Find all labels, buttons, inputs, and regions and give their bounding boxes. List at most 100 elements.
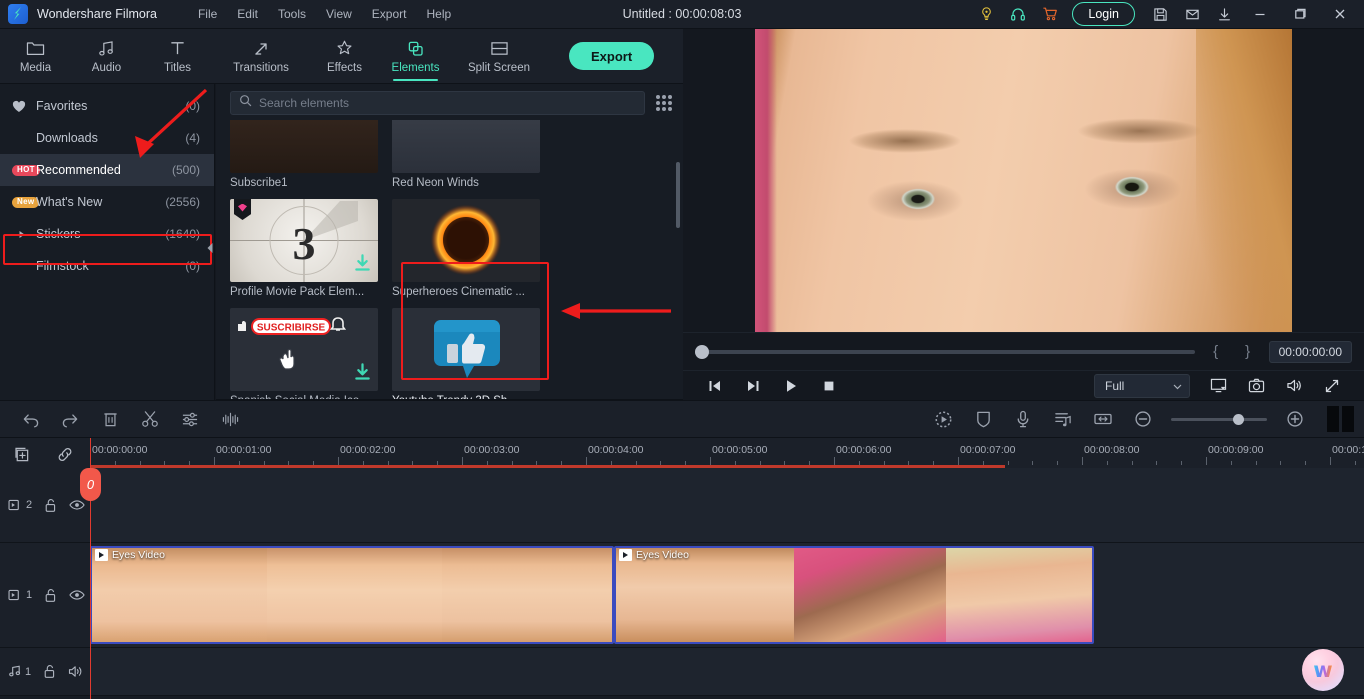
menu-tools[interactable]: Tools <box>269 3 315 25</box>
sidebar-item-stickers[interactable]: Stickers (1640) <box>0 218 214 250</box>
tab-split-screen[interactable]: Split Screen <box>451 29 547 84</box>
element-card[interactable]: Red Neon Winds <box>392 120 540 193</box>
element-thumbnail <box>230 120 378 173</box>
audio-mixer-button[interactable] <box>1043 404 1083 434</box>
play-button[interactable] <box>773 373 809 399</box>
download-icon[interactable] <box>1208 0 1240 29</box>
player-scrub-handle[interactable] <box>695 344 709 359</box>
track-body-audio-1[interactable] <box>90 648 1364 695</box>
player-timecode[interactable]: 00:00:00:00 <box>1268 340 1352 363</box>
audio-detach-button[interactable] <box>210 404 250 434</box>
track-body-video-2[interactable] <box>90 468 1364 542</box>
next-frame-button[interactable] <box>735 373 771 399</box>
minimize-icon[interactable] <box>1240 0 1280 29</box>
stop-button[interactable] <box>811 373 847 399</box>
sidebar-item-recommended[interactable]: HOT Recommended (500) <box>0 154 214 186</box>
collapse-left-icon[interactable] <box>205 234 215 262</box>
sidebar-item-favorites[interactable]: Favorites (0) <box>0 90 214 122</box>
menu-help[interactable]: Help <box>417 3 460 25</box>
timeline-ruler[interactable]: 00:00:00:00 00:00:01:00 00:00:02:00 00:00:0… <box>90 438 1364 468</box>
zoom-out-button[interactable] <box>1123 404 1163 434</box>
element-card[interactable]: 3 Profile Movie Pack Elem... <box>230 199 378 302</box>
add-track-icon[interactable] <box>8 444 34 464</box>
settings-button[interactable] <box>170 404 210 434</box>
tab-elements[interactable]: Elements <box>380 29 451 84</box>
menu-bar: File Edit Tools View Export Help <box>189 3 460 25</box>
timeline-clip[interactable]: Eyes Video <box>90 546 614 644</box>
delete-button[interactable] <box>90 404 130 434</box>
prev-frame-button[interactable] <box>697 373 733 399</box>
maximize-icon[interactable] <box>1280 0 1320 29</box>
fit-timeline-button[interactable] <box>1083 404 1123 434</box>
menu-file[interactable]: File <box>189 3 226 25</box>
eye-icon[interactable] <box>69 499 85 511</box>
volume-button[interactable] <box>1276 373 1312 399</box>
player-scrubber[interactable] <box>695 344 1195 359</box>
eye-icon[interactable] <box>69 589 85 601</box>
tab-audio[interactable]: Audio <box>71 29 142 84</box>
track-body-video-1[interactable]: Eyes Video Eyes Video <box>90 543 1364 647</box>
element-card[interactable]: Subscribe1 <box>230 120 378 193</box>
color-match-button[interactable] <box>963 404 1003 434</box>
menu-view[interactable]: View <box>317 3 361 25</box>
mail-icon[interactable] <box>1176 0 1208 29</box>
browser-scrollbar[interactable] <box>676 162 680 228</box>
search-input[interactable] <box>259 96 636 110</box>
timeline-zoom-slider[interactable] <box>1171 413 1267 425</box>
voiceover-button[interactable] <box>1003 404 1043 434</box>
mark-in-button[interactable]: { <box>1205 343 1227 360</box>
menu-edit[interactable]: Edit <box>228 3 267 25</box>
tab-transitions[interactable]: Transitions <box>213 29 309 84</box>
speaker-icon[interactable] <box>68 665 84 678</box>
sidebar-item-downloads[interactable]: Downloads (4) <box>0 122 214 154</box>
split-button[interactable] <box>130 404 170 434</box>
preview-stage[interactable] <box>683 29 1364 332</box>
close-icon[interactable] <box>1320 0 1360 29</box>
search-box[interactable] <box>230 91 645 115</box>
caret-right-icon[interactable] <box>12 230 36 239</box>
screen-mode-button[interactable] <box>1200 373 1236 399</box>
render-preview-button[interactable] <box>923 404 963 434</box>
marker-block[interactable] <box>1327 406 1354 432</box>
grid-dots-icon[interactable] <box>655 94 673 112</box>
redo-button[interactable] <box>50 404 90 434</box>
export-button[interactable]: Export <box>569 42 655 70</box>
snapshot-button[interactable] <box>1238 373 1274 399</box>
download-icon[interactable] <box>354 254 371 277</box>
fullscreen-button[interactable] <box>1314 373 1350 399</box>
tab-titles[interactable]: Titles <box>142 29 213 84</box>
cart-icon[interactable] <box>1034 0 1066 29</box>
login-button[interactable]: Login <box>1072 2 1135 26</box>
sidebar-label: Filmstock <box>36 259 89 273</box>
video-track-icon: 2 <box>8 499 32 511</box>
headphones-icon[interactable] <box>1002 0 1034 29</box>
wondershare-assistant[interactable]: w <box>1302 649 1344 691</box>
lightbulb-icon[interactable] <box>970 0 1002 29</box>
tab-effects[interactable]: Effects <box>309 29 380 84</box>
link-icon[interactable] <box>52 444 78 464</box>
chevron-down-icon <box>1173 379 1182 393</box>
sidebar-item-whats-new[interactable]: New What's New (2556) <box>0 186 214 218</box>
playhead-handle[interactable]: 0 <box>80 468 101 501</box>
sidebar-count: (4) <box>185 131 200 145</box>
mark-out-button[interactable]: } <box>1237 343 1259 360</box>
download-icon[interactable] <box>354 363 371 386</box>
element-card-selected[interactable]: Youtube Trendy 3D Sh... <box>392 308 540 399</box>
quality-select[interactable]: Full <box>1094 373 1190 398</box>
menu-export[interactable]: Export <box>363 3 416 25</box>
element-card[interactable]: Superheroes Cinematic ... <box>392 199 540 302</box>
timeline-clip[interactable]: Eyes Video <box>614 546 1094 644</box>
sidebar-item-filmstock[interactable]: Filmstock (0) <box>0 250 214 282</box>
unlock-icon[interactable] <box>44 588 57 603</box>
zoom-in-button[interactable] <box>1275 404 1315 434</box>
unlock-icon[interactable] <box>43 664 56 679</box>
undo-button[interactable] <box>10 404 50 434</box>
element-card[interactable]: SUSCRIBIRSE Spanish Social Media Ico... <box>230 308 378 399</box>
save-icon[interactable] <box>1144 0 1176 29</box>
zoom-slider-handle[interactable] <box>1233 413 1244 425</box>
unlock-icon[interactable] <box>44 498 57 513</box>
ruler-tick-minor <box>1032 461 1034 465</box>
tab-media[interactable]: Media <box>0 29 71 84</box>
playhead[interactable]: 0 <box>80 438 101 699</box>
track-row-video-1: 1 Eyes Video Eyes Video <box>0 543 1364 648</box>
